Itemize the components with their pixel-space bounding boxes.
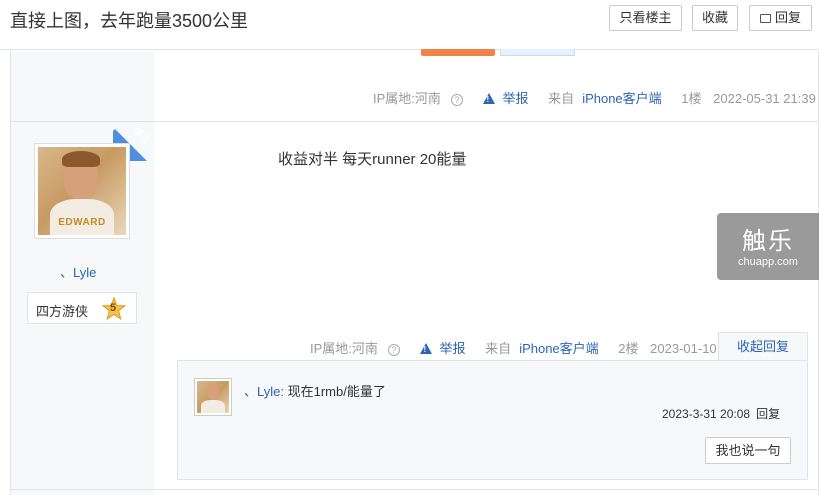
sub-reply-panel: 、Lyle: 现在1rmb/能量了 2023-3-31 20:08 回复 我也说一…	[177, 360, 808, 480]
sub-reply-text: 、Lyle: 现在1rmb/能量了	[244, 381, 386, 400]
post-time: 2022-05-31 21:39	[713, 91, 816, 106]
sub-reply-user[interactable]: 、Lyle:	[244, 384, 284, 399]
rank-badge[interactable]: 四方游侠 5	[27, 292, 137, 324]
source-link[interactable]: iPhone客户端	[582, 91, 661, 106]
chuapp-watermark: 触乐 chuapp.com	[717, 213, 819, 280]
report-link[interactable]: 举报	[419, 341, 474, 356]
only-op-button[interactable]: 只看楼主	[609, 5, 682, 31]
thread-header: 直接上图，去年跑量3500公里 只看楼主 收藏 回复	[0, 0, 819, 50]
floor2-meta: IP属地:河南? 举报 来自iPhone客户端 2楼 2023-01-10 19…	[310, 338, 761, 357]
bottom-divider	[10, 489, 819, 490]
watermark-title: 触乐	[742, 228, 794, 255]
source-link[interactable]: iPhone客户端	[519, 341, 598, 356]
floor-number: 2楼	[618, 341, 639, 356]
sub-reply-meta: 2023-3-31 20:08 回复	[662, 405, 780, 422]
rank-title: 四方游侠	[36, 304, 89, 319]
sub-reply-time: 2023-3-31 20:08	[662, 407, 751, 421]
left-border	[10, 51, 11, 495]
avatar-caption: EDWARD	[58, 217, 106, 228]
watermark-subtitle: chuapp.com	[738, 256, 798, 268]
reply-button-label: 回复	[774, 10, 801, 25]
reply-avatar[interactable]	[194, 378, 232, 416]
sub-reply-reply-link[interactable]: 回复	[756, 407, 780, 421]
thread-title: 直接上图，去年跑量3500公里	[10, 11, 249, 31]
warning-icon	[482, 93, 495, 104]
add-comment-button[interactable]: 我也说一句	[705, 437, 791, 464]
help-icon[interactable]: ?	[387, 344, 400, 356]
ip-location: IP属地:河南?	[373, 91, 471, 106]
reply-button[interactable]: 回复	[749, 5, 812, 31]
avatar-image: EDWARD	[38, 147, 126, 235]
post-content: 收益对半 每天runner 20能量	[278, 151, 467, 168]
author-avatar[interactable]: EDWARD	[34, 143, 130, 239]
blue-action-button[interactable]	[500, 49, 575, 56]
report-link[interactable]: 举报	[482, 91, 537, 106]
favorite-button[interactable]: 收藏	[692, 5, 738, 31]
collapse-replies-button[interactable]: 收起回复	[718, 332, 808, 361]
author-name[interactable]: 、Lyle	[60, 262, 96, 281]
orange-action-button[interactable]	[421, 49, 495, 56]
help-icon[interactable]: ?	[450, 94, 463, 106]
floor1-meta: IP属地:河南? 举报 来自iPhone客户端 1楼 2022-05-31 21…	[373, 88, 819, 107]
rank-level: 5	[110, 302, 117, 314]
sub-reply-content: 现在1rmb/能量了	[283, 384, 386, 399]
comment-icon	[759, 14, 771, 23]
floor-number: 1楼	[681, 91, 702, 106]
warning-icon	[419, 343, 432, 354]
source: 来自 iPhone客户端	[548, 91, 662, 106]
source: 来自 iPhone客户端	[485, 341, 599, 356]
ip-location: IP属地:河南?	[310, 341, 408, 356]
